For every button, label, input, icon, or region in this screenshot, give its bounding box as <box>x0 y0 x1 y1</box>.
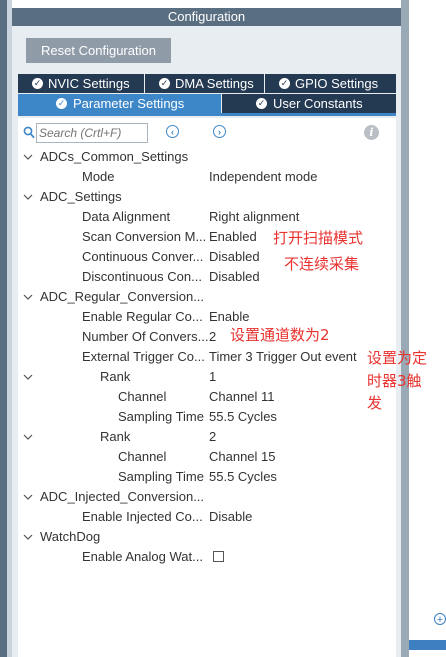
param-label-number-of-conversion: Number Of Convers... <box>82 329 209 344</box>
tab-label: DMA Settings <box>175 76 254 91</box>
param-value-channel[interactable]: Channel 15 <box>209 447 276 467</box>
search-icon <box>23 126 35 139</box>
left-border <box>0 0 7 657</box>
param-value-number-of-conversion[interactable]: 2 <box>209 327 216 347</box>
param-label-enable-injected-conversion: Enable Injected Co... <box>82 509 203 524</box>
tree-group-rank-2[interactable]: Rank <box>100 427 130 447</box>
zoom-in-icon[interactable]: + <box>434 613 446 626</box>
param-value-sampling-time[interactable]: 55.5 Cycles <box>209 407 277 427</box>
window-title: Configuration <box>12 8 401 26</box>
chevron-down-icon[interactable] <box>23 147 33 167</box>
param-label-channel: Channel <box>118 389 167 404</box>
reset-configuration-button[interactable]: Reset Configuration <box>26 38 171 63</box>
chevron-down-icon[interactable] <box>23 527 33 547</box>
tab-gpio-settings[interactable]: ✓ GPIO Settings <box>265 74 396 93</box>
param-label-external-trigger: External Trigger Co... <box>82 349 205 364</box>
annotation-trigger-line2: 时器3触 <box>367 372 422 390</box>
right-pane-scrollbar[interactable] <box>409 640 446 650</box>
tab-underline <box>18 113 396 116</box>
search-input[interactable] <box>36 123 148 143</box>
chevron-down-icon[interactable] <box>23 367 33 387</box>
annotation-trigger-line1: 设置为定 <box>367 349 428 367</box>
check-circle-icon: ✓ <box>159 78 170 89</box>
tab-parameter-settings[interactable]: ✓ Parameter Settings <box>18 94 221 113</box>
check-circle-icon: ✓ <box>256 98 267 109</box>
tree-group-adc-regular-conversion[interactable]: ADC_Regular_Conversion... <box>40 287 204 307</box>
param-value-mode[interactable]: Independent mode <box>209 167 317 187</box>
param-label-data-alignment: Data Alignment <box>82 209 171 224</box>
tree-group-adc-injected-conversion[interactable]: ADC_Injected_Conversion... <box>40 487 204 507</box>
tab-label: Parameter Settings <box>73 96 185 111</box>
tab-user-constants[interactable]: ✓ User Constants <box>222 94 396 113</box>
param-value-enable-injected-conversion[interactable]: Disable <box>209 507 252 527</box>
previous-result-icon[interactable]: ‹ <box>166 125 179 138</box>
panel-splitter[interactable] <box>401 0 409 657</box>
tree-group-adcs-common-settings[interactable]: ADCs_Common_Settings <box>40 147 188 167</box>
param-label-discontinuous-conversion: Discontinuous Con... <box>82 269 202 284</box>
param-value-sampling-time[interactable]: 55.5 Cycles <box>209 467 277 487</box>
check-circle-icon: ✓ <box>56 98 67 109</box>
annotation-scan-mode: 打开扫描模式 <box>273 229 364 247</box>
param-value-rank-1: 1 <box>209 369 217 384</box>
param-value-discontinuous-conversion[interactable]: Disabled <box>209 267 260 287</box>
tab-label: NVIC Settings <box>48 76 130 91</box>
next-result-icon[interactable]: › <box>213 125 226 138</box>
tab-label: User Constants <box>273 96 363 111</box>
tab-label: GPIO Settings <box>295 76 379 91</box>
chevron-down-icon[interactable] <box>23 487 33 507</box>
tree-group-adc-settings[interactable]: ADC_Settings <box>40 187 122 207</box>
param-value-external-trigger[interactable]: Timer 3 Trigger Out event <box>209 347 357 367</box>
param-label-enable-regular-conversion: Enable Regular Co... <box>82 309 203 324</box>
annotation-channel-count: 设置通道数为2 <box>230 326 330 344</box>
param-label-scan-conversion: Scan Conversion M... <box>82 229 207 244</box>
chevron-down-icon[interactable] <box>23 287 33 307</box>
param-label-channel: Channel <box>118 449 167 464</box>
param-label-sampling-time: Sampling Time <box>118 469 204 484</box>
info-icon[interactable]: i <box>364 125 379 140</box>
param-value-rank-2: 2 <box>209 429 217 444</box>
tab-dma-settings[interactable]: ✓ DMA Settings <box>145 74 264 93</box>
param-label-enable-analog-watchdog: Enable Analog Wat... <box>82 549 203 564</box>
param-value-data-alignment[interactable]: Right alignment <box>209 207 299 227</box>
tab-nvic-settings[interactable]: ✓ NVIC Settings <box>18 74 144 93</box>
tree-group-rank-1[interactable]: Rank <box>100 367 130 387</box>
check-circle-icon: ✓ <box>32 78 43 89</box>
param-value-continuous-conversion[interactable]: Disabled <box>209 247 260 267</box>
annotation-discontinuous: 不连续采集 <box>284 255 360 273</box>
configuration-window: + Configuration Reset Configuration ✓ NV… <box>0 0 446 657</box>
param-label-mode: Mode <box>82 169 115 184</box>
check-circle-icon: ✓ <box>279 78 290 89</box>
param-label-sampling-time: Sampling Time <box>118 409 204 424</box>
chevron-down-icon[interactable] <box>23 427 33 447</box>
right-pane <box>409 0 446 657</box>
chevron-down-icon[interactable] <box>23 187 33 207</box>
param-label-continuous-conversion: Continuous Conver... <box>82 249 204 264</box>
param-value-channel[interactable]: Channel 11 <box>209 387 275 407</box>
tree-group-watchdog[interactable]: WatchDog <box>40 527 100 547</box>
param-value-scan-conversion[interactable]: Enabled <box>209 227 257 247</box>
annotation-trigger-line3: 发 <box>367 394 383 412</box>
param-value-enable-regular-conversion[interactable]: Enable <box>209 307 249 327</box>
enable-analog-watchdog-checkbox[interactable] <box>213 551 224 562</box>
